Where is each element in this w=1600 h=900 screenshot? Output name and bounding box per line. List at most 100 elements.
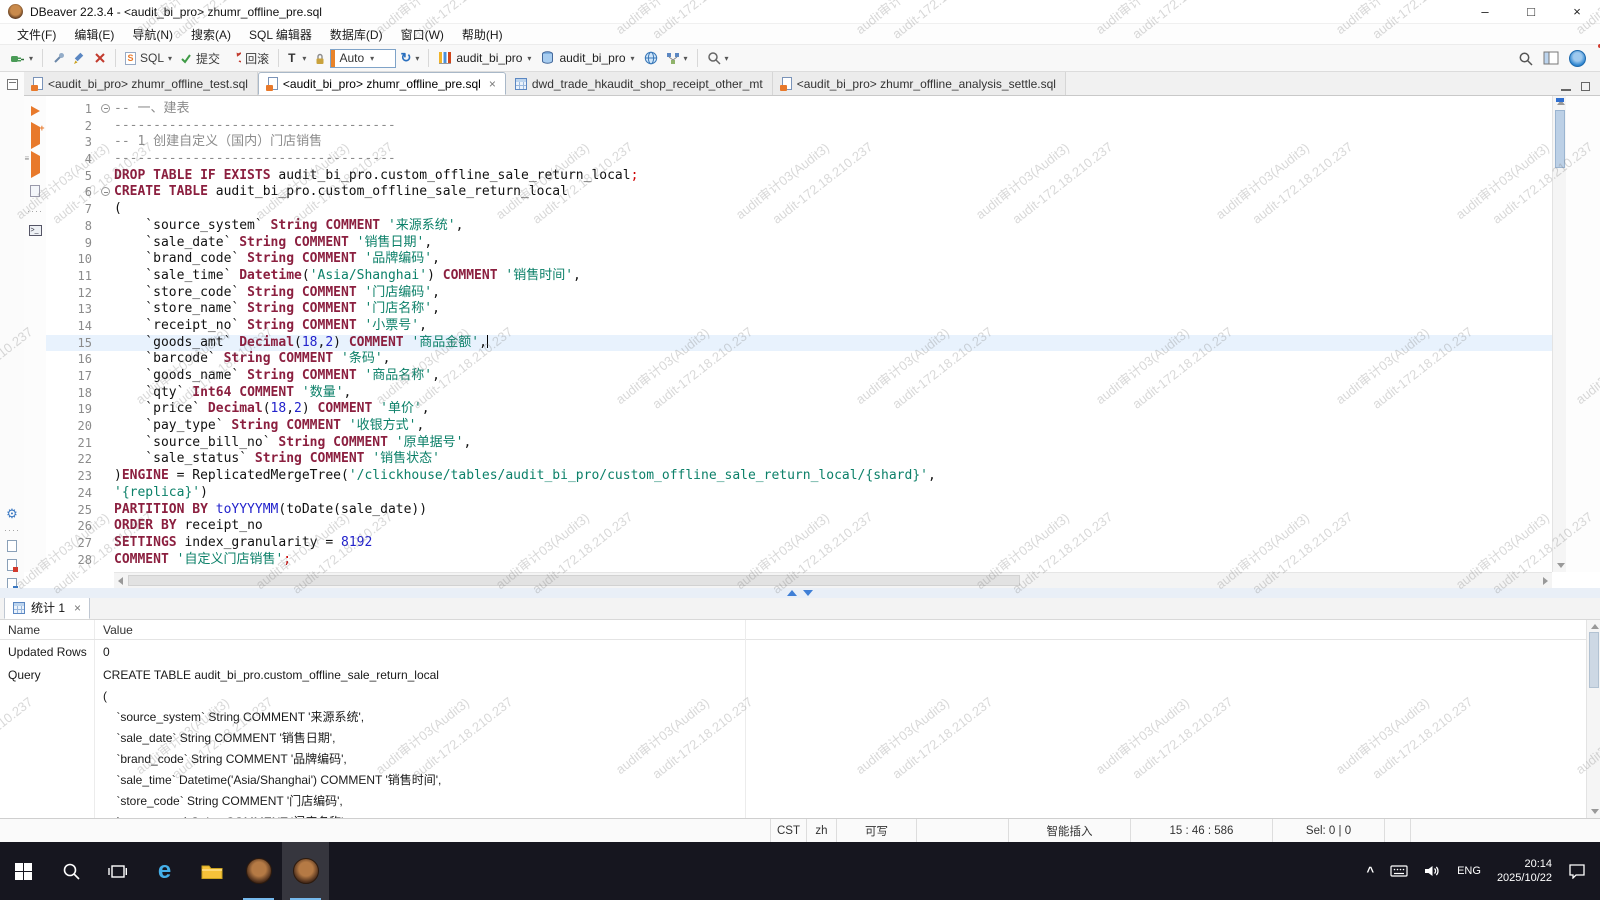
- menu-item[interactable]: 编辑(E): [65, 24, 123, 44]
- autocommit-combo[interactable]: Auto ▾: [330, 48, 397, 68]
- menu-item[interactable]: 导航(N): [123, 24, 182, 44]
- menu-item[interactable]: 搜索(A): [182, 24, 240, 44]
- script-doc-icon[interactable]: [7, 540, 17, 552]
- code-line[interactable]: 26 ORDER BY receipt_no: [46, 518, 1552, 535]
- editor-tab[interactable]: <audit_bi_pro> zhumr_offline_pre.sql ×: [257, 72, 506, 95]
- code-line[interactable]: 20 `pay_type` String COMMENT '收银方式',: [46, 418, 1552, 435]
- sql-editor[interactable]: 1 -- 一、建表 2 -------------------------------…: [46, 96, 1552, 572]
- code-line[interactable]: 6 CREATE TABLE audit_bi_pro.custom_offlin…: [46, 184, 1552, 201]
- result-row[interactable]: Query CREATE TABLE audit_bi_pro.custom_of…: [0, 663, 1600, 818]
- result-row[interactable]: Updated Rows 0: [0, 640, 1600, 663]
- start-button[interactable]: [0, 842, 47, 900]
- execute-script-button[interactable]: ≡: [25, 151, 40, 178]
- minimize-editor-icon[interactable]: [1561, 82, 1571, 91]
- new-connection-button[interactable]: ▾: [6, 50, 37, 67]
- code-line[interactable]: 23)ENGINE = ReplicatedMergeTree('/clickh…: [46, 468, 1552, 485]
- fold-column[interactable]: [100, 184, 114, 201]
- code-line[interactable]: 5 DROP TABLE IF EXISTS audit_bi_pro.custo…: [46, 168, 1552, 185]
- panel-sash[interactable]: [0, 588, 1600, 598]
- fold-column[interactable]: [100, 101, 114, 118]
- settings-gear-icon[interactable]: ⚙: [6, 507, 18, 520]
- scroll-up-icon[interactable]: [1591, 624, 1599, 629]
- editor-vertical-scrollbar[interactable]: [1552, 96, 1566, 572]
- editor-tab[interactable]: <audit_bi_pro> zhumr_offline_analysis_se…: [772, 72, 1066, 95]
- code-line[interactable]: 1 -- 一、建表: [46, 101, 1552, 118]
- fold-collapse-icon[interactable]: [101, 104, 110, 113]
- toolbar-search-button[interactable]: ▾: [703, 49, 733, 67]
- perspective-icon[interactable]: [1543, 51, 1559, 65]
- code-line[interactable]: 27 SETTINGS index_granularity = 8192: [46, 535, 1552, 552]
- dbeaver-cloud-icon[interactable]: [1569, 49, 1586, 67]
- query-history-button[interactable]: ↻ ▾: [396, 48, 423, 68]
- code-line[interactable]: 3 -- 1 创建自定义（国内）门店销售: [46, 134, 1552, 151]
- speaker-icon[interactable]: [1424, 864, 1441, 878]
- code-line[interactable]: 22 `sale_status` String COMMENT '销售状态': [46, 451, 1552, 468]
- close-button[interactable]: ×: [1554, 0, 1600, 23]
- code-line[interactable]: 28 COMMENT '自定义门店销售';: [46, 552, 1552, 569]
- editor-horizontal-scrollbar[interactable]: [114, 572, 1552, 588]
- connection-selector[interactable]: audit_bi_pro ▾: [434, 49, 536, 67]
- sash-up-icon[interactable]: [787, 590, 797, 596]
- quick-search-icon[interactable]: [1518, 51, 1533, 66]
- code-line[interactable]: 15 `goods_amt` Decimal(18,2) COMMENT '商品…: [46, 334, 1552, 352]
- code-line[interactable]: 7(: [46, 201, 1552, 218]
- maximize-editor-icon[interactable]: [1581, 82, 1590, 91]
- menu-item[interactable]: 文件(F): [8, 24, 65, 44]
- delete-script-button[interactable]: [90, 50, 110, 66]
- editor-tab[interactable]: dwd_trade_hkaudit_shop_receipt_other_mt: [505, 72, 773, 95]
- terminal-icon[interactable]: >_: [28, 225, 42, 236]
- execute-new-tab-button[interactable]: +: [30, 122, 45, 149]
- task-view-button[interactable]: [94, 842, 141, 900]
- commit-button[interactable]: 提交: [176, 48, 224, 69]
- close-tab-icon[interactable]: ×: [489, 77, 496, 91]
- tray-expand-icon[interactable]: ^: [1367, 864, 1375, 879]
- taskbar-search-button[interactable]: [47, 842, 94, 900]
- scroll-down-icon[interactable]: [1557, 563, 1565, 568]
- schema-selector[interactable]: audit_bi_pro ▾: [536, 49, 639, 67]
- scroll-right-icon[interactable]: [1543, 577, 1548, 585]
- lock-button[interactable]: [310, 50, 330, 67]
- results-vertical-scrollbar[interactable]: [1586, 620, 1600, 818]
- code-line[interactable]: 9 `sale_date` String COMMENT '销售日期',: [46, 235, 1552, 252]
- dbeaver-taskbar-button[interactable]: [235, 842, 282, 900]
- attach-script-button[interactable]: [48, 50, 69, 67]
- code-line[interactable]: 8 `source_system` String COMMENT '来源系统',: [46, 218, 1552, 235]
- code-line[interactable]: 18 `qty` Int64 COMMENT '数量',: [46, 385, 1552, 402]
- code-line[interactable]: 12 `store_code` String COMMENT '门店编码',: [46, 285, 1552, 302]
- network-button[interactable]: ▾: [662, 50, 692, 67]
- statistics-tab[interactable]: 统计 1 ×: [4, 598, 91, 619]
- action-center-icon[interactable]: [1568, 863, 1586, 879]
- code-line[interactable]: 13 `store_name` String COMMENT '门店名称',: [46, 301, 1552, 318]
- minimize-button[interactable]: –: [1462, 0, 1508, 23]
- code-line[interactable]: 4 ------------------------------------: [46, 151, 1552, 168]
- scrollbar-thumb[interactable]: [1589, 632, 1599, 688]
- close-tab-icon[interactable]: ×: [74, 601, 81, 615]
- language-indicator[interactable]: ENG: [1457, 865, 1481, 877]
- menu-item[interactable]: SQL 编辑器: [240, 24, 321, 44]
- column-header-name[interactable]: Name: [0, 620, 94, 639]
- fold-collapse-icon[interactable]: [101, 187, 110, 197]
- menu-item[interactable]: 数据库(D): [321, 24, 392, 44]
- editor-tab[interactable]: <audit_bi_pro> zhumr_offline_test.sql: [24, 72, 258, 95]
- export-doc-red-icon[interactable]: [7, 559, 18, 572]
- rename-script-button[interactable]: [69, 50, 90, 67]
- code-line[interactable]: 16 `barcode` String COMMENT '条码',: [46, 351, 1552, 368]
- column-header-value[interactable]: Value: [94, 620, 1600, 639]
- sql-menu-button[interactable]: S SQL ▾: [121, 49, 176, 67]
- restore-panel-icon[interactable]: [6, 79, 18, 90]
- code-line[interactable]: 10 `brand_code` String COMMENT '品牌编码',: [46, 251, 1552, 268]
- scroll-left-icon[interactable]: [118, 577, 123, 585]
- touch-keyboard-icon[interactable]: [1390, 864, 1408, 878]
- scrollbar-thumb[interactable]: [128, 575, 1020, 586]
- file-explorer-button[interactable]: [188, 842, 235, 900]
- taskbar-clock[interactable]: 20:14 2025/10/22: [1497, 857, 1552, 885]
- code-line[interactable]: 17 `goods_name` String COMMENT '商品名称',: [46, 368, 1552, 385]
- execute-statement-icon[interactable]: [30, 106, 40, 116]
- edge-button[interactable]: e: [141, 842, 188, 900]
- sash-down-icon[interactable]: [803, 590, 813, 596]
- rollback-button[interactable]: 回滚: [224, 48, 273, 69]
- dbeaver-taskbar-button-active[interactable]: [282, 842, 329, 900]
- scroll-down-icon[interactable]: [1591, 809, 1599, 814]
- code-line[interactable]: 24 '{replica}'): [46, 485, 1552, 502]
- scrollbar-thumb[interactable]: [1555, 110, 1565, 168]
